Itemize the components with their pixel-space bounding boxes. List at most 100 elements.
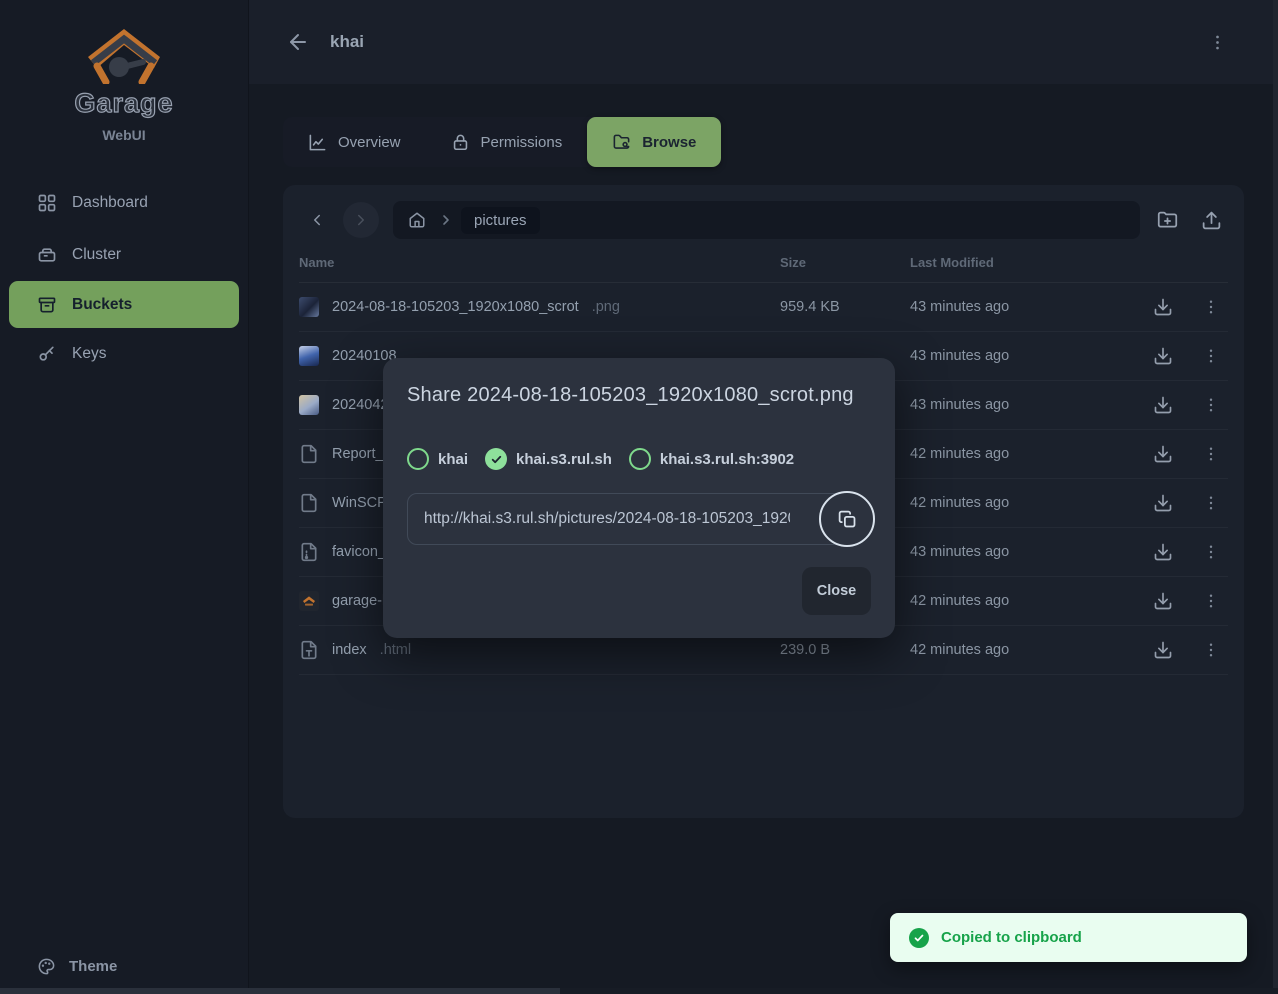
file-modified: 43 minutes ago: [910, 299, 1150, 315]
row-menu-button[interactable]: [1202, 592, 1220, 610]
table-row[interactable]: 2024-08-18-105203_1920x1080_scrot.png 95…: [299, 283, 1228, 332]
download-button[interactable]: [1153, 591, 1173, 611]
file-icon: [299, 444, 319, 464]
file-extension: .png: [592, 299, 620, 315]
radio-unchecked-icon[interactable]: [407, 448, 429, 470]
kebab-menu-icon: [1202, 592, 1220, 610]
toast-notification[interactable]: Copied to clipboard: [890, 913, 1247, 962]
upload-icon: [1201, 210, 1222, 231]
host-option-khai[interactable]: khai: [407, 448, 468, 470]
download-button[interactable]: [1153, 297, 1173, 317]
brand-block: Garage WebUI: [0, 0, 248, 143]
vertical-scrollbar[interactable]: [1273, 0, 1278, 994]
download-button[interactable]: [1153, 640, 1173, 660]
folder-search-icon: [612, 133, 631, 152]
copy-url-button[interactable]: [819, 491, 875, 547]
close-button[interactable]: Close: [802, 567, 871, 615]
bucket-menu-button[interactable]: [1203, 28, 1231, 56]
share-url-input[interactable]: [407, 493, 853, 545]
breadcrumb-home-button[interactable]: [403, 206, 431, 234]
row-menu-button[interactable]: [1202, 396, 1220, 414]
chevron-right-icon: [352, 211, 370, 229]
sidebar-nav: Dashboard Cluster Buckets Keys: [0, 177, 248, 380]
file-modified: 43 minutes ago: [910, 544, 1150, 560]
garage-webui-app: Garage WebUI Dashboard Cluster Bucket: [0, 0, 1278, 994]
column-header-name: Name: [299, 255, 780, 270]
chart-line-icon: [308, 133, 327, 152]
page-title: khai: [330, 32, 364, 52]
download-button[interactable]: [1153, 542, 1173, 562]
tab-label: Permissions: [481, 134, 563, 151]
file-size: 959.4 KB: [780, 299, 910, 315]
nav-forward-button[interactable]: [343, 202, 379, 238]
row-menu-button[interactable]: [1202, 641, 1220, 659]
upload-button[interactable]: [1194, 203, 1228, 237]
home-icon: [408, 211, 426, 229]
image-thumbnail: [299, 395, 319, 415]
column-header-size: Size: [780, 255, 910, 270]
download-icon: [1153, 346, 1173, 366]
download-icon: [1153, 493, 1173, 513]
row-menu-button[interactable]: [1202, 347, 1220, 365]
kebab-menu-icon: [1202, 494, 1220, 512]
download-icon: [1153, 395, 1173, 415]
bucket-archive-icon: [37, 295, 57, 315]
sidebar-item-label: Keys: [72, 345, 106, 363]
back-button[interactable]: [283, 27, 313, 57]
image-thumbnail: [299, 297, 319, 317]
new-folder-button[interactable]: [1150, 203, 1184, 237]
table-header: Name Size Last Modified: [299, 239, 1228, 283]
tab-label: Overview: [338, 134, 401, 151]
file-name: index: [332, 642, 367, 658]
breadcrumb: pictures: [393, 201, 1140, 239]
image-thumbnail: [299, 346, 319, 366]
column-header-modified: Last Modified: [910, 255, 1150, 270]
share-dialog: Share 2024-08-18-105203_1920x1080_scrot.…: [383, 358, 895, 638]
file-modified: 42 minutes ago: [910, 446, 1150, 462]
row-menu-button[interactable]: [1202, 445, 1220, 463]
palette-icon: [37, 957, 56, 976]
host-option-khai-s3[interactable]: khai.s3.rul.sh: [485, 448, 612, 470]
sidebar-item-buckets[interactable]: Buckets: [9, 281, 239, 328]
brand-subtitle: WebUI: [0, 127, 248, 143]
sidebar: Garage WebUI Dashboard Cluster Bucket: [0, 0, 249, 994]
host-option-khai-s3-3902[interactable]: khai.s3.rul.sh:3902: [629, 448, 794, 470]
arrow-left-icon: [286, 30, 310, 54]
row-menu-button[interactable]: [1202, 543, 1220, 561]
scrollbar-thumb[interactable]: [0, 988, 560, 994]
kebab-menu-icon: [1202, 543, 1220, 561]
copy-icon: [837, 509, 858, 530]
download-button[interactable]: [1153, 346, 1173, 366]
sidebar-item-dashboard[interactable]: Dashboard: [0, 177, 248, 229]
download-icon: [1153, 297, 1173, 317]
file-modified: 42 minutes ago: [910, 593, 1150, 609]
bucket-tabs: Overview Permissions Browse: [283, 117, 721, 167]
kebab-menu-icon: [1202, 445, 1220, 463]
horizontal-scrollbar[interactable]: [0, 988, 1278, 994]
radio-checked-icon[interactable]: [485, 448, 507, 470]
tab-permissions[interactable]: Permissions: [426, 117, 588, 167]
page-header: khai: [249, 0, 1278, 84]
sidebar-item-keys[interactable]: Keys: [0, 328, 248, 380]
download-button[interactable]: [1153, 444, 1173, 464]
sidebar-item-cluster[interactable]: Cluster: [0, 229, 248, 281]
key-icon: [37, 344, 57, 364]
share-host-options: khai khai.s3.rul.sh khai.s3.rul.sh:3902: [407, 448, 811, 470]
row-menu-button[interactable]: [1202, 298, 1220, 316]
tab-label: Browse: [642, 134, 696, 151]
file-type-icon: [299, 640, 319, 660]
share-dialog-title: Share 2024-08-18-105203_1920x1080_scrot.…: [407, 384, 854, 407]
browser-toolbar: pictures: [299, 201, 1228, 239]
nav-back-button[interactable]: [299, 202, 335, 238]
sidebar-item-label: Cluster: [72, 246, 121, 264]
radio-unchecked-icon[interactable]: [629, 448, 651, 470]
download-button[interactable]: [1153, 493, 1173, 513]
tab-browse[interactable]: Browse: [587, 117, 721, 167]
breadcrumb-segment-pictures[interactable]: pictures: [461, 207, 540, 234]
download-button[interactable]: [1153, 395, 1173, 415]
file-icon: [299, 493, 319, 513]
row-menu-button[interactable]: [1202, 494, 1220, 512]
tab-overview[interactable]: Overview: [283, 117, 426, 167]
theme-toggle[interactable]: Theme: [37, 957, 117, 976]
file-modified: 43 minutes ago: [910, 348, 1150, 364]
